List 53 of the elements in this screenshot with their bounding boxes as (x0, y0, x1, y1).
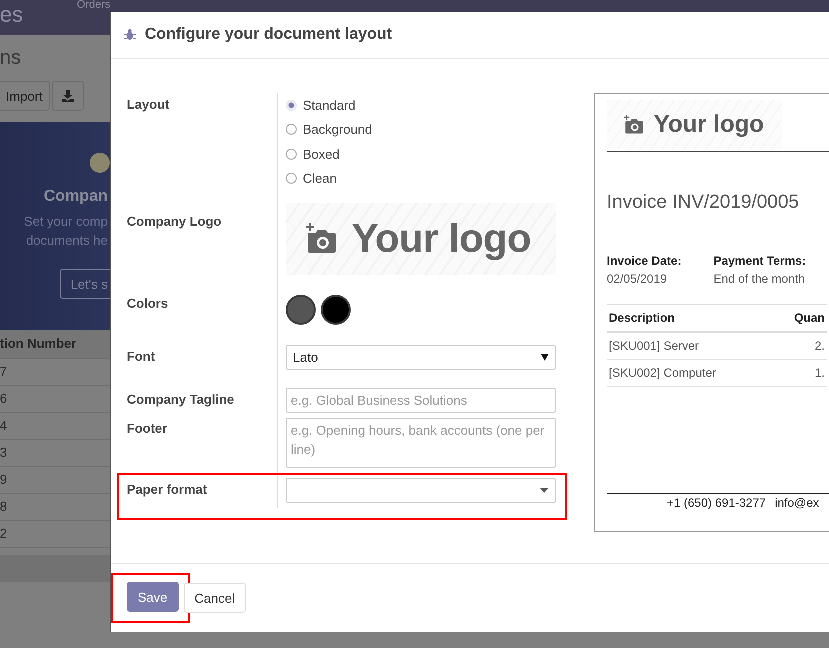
table-cell: [SKU002] Computer (609, 366, 716, 380)
field-label: Layout (127, 96, 171, 114)
logo-text: Your logo (352, 216, 532, 262)
invoice-title: Invoice INV/2019/0005 (607, 192, 800, 214)
color-swatch[interactable] (321, 295, 351, 325)
radio-label: Clean (303, 171, 337, 186)
download-button[interactable] (52, 81, 84, 111)
banner-title: Compan (44, 188, 108, 206)
field-label: Company Logo (127, 213, 223, 231)
radio-button[interactable] (286, 148, 297, 160)
tagline-field[interactable]: e.g. Global Business Solutions (286, 388, 556, 413)
radio-label: Boxed (303, 146, 340, 162)
table-header: tion Number (0, 330, 110, 359)
field-label: Font (127, 348, 156, 366)
cancel-button[interactable]: Cancel (184, 583, 246, 613)
field-label: Company Tagline (127, 391, 236, 409)
field-label: Footer (127, 420, 168, 438)
column-header: Quan (794, 311, 825, 325)
info-value: 02/05/2019 (607, 272, 668, 286)
table-cell: 2. (814, 339, 825, 353)
color-swatch[interactable] (286, 295, 316, 325)
menu-item[interactable]: Orders (77, 0, 111, 11)
dropdown-arrow-icon (541, 354, 549, 361)
table-cell: 1. (814, 366, 825, 380)
download-icon (62, 90, 74, 102)
info-label: Payment Terms: (714, 254, 806, 268)
field-label: Colors (127, 295, 170, 313)
import-button[interactable]: Import (0, 81, 50, 111)
logo-text: Your logo (654, 111, 764, 139)
app-title: es (0, 2, 24, 28)
radio-button[interactable] (286, 124, 297, 136)
table-cell: [SKU001] Server (609, 339, 700, 353)
footer-field[interactable]: e.g. Opening hours, bank accounts (one per line) (286, 418, 556, 468)
add-photo-icon (624, 115, 646, 135)
font-select[interactable]: Lato (286, 345, 556, 370)
bug-icon (124, 29, 136, 41)
caret-icon (540, 488, 549, 493)
radio-button[interactable] (286, 173, 297, 184)
column-header: Description (609, 311, 676, 325)
footer-text: +1 (650) 691-3277 (667, 496, 766, 510)
info-value: End of the month (714, 272, 806, 286)
page-title: ns (0, 47, 22, 71)
field-label: Paper format (127, 481, 208, 499)
save-button[interactable]: Save (127, 582, 179, 612)
radio-label: Background (303, 122, 372, 138)
banner-text: documents he (26, 232, 108, 250)
footer-text: info@ex (775, 496, 820, 510)
info-label: Invoice Date: (607, 254, 682, 268)
avatar-icon (90, 153, 110, 173)
logo-placeholder[interactable]: Your logo (286, 203, 556, 275)
banner-text: Set your comp (24, 213, 108, 231)
radio-label: Standard (303, 98, 356, 113)
dialog-title: Configure your document layout (145, 26, 392, 44)
